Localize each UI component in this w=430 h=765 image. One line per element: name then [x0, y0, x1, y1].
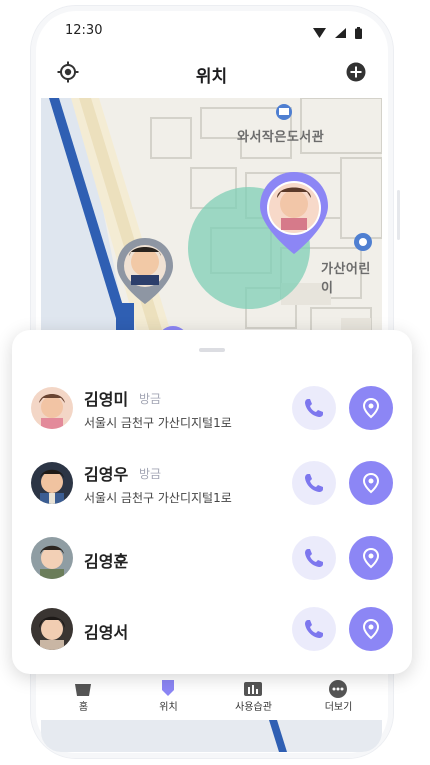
locate-member-button[interactable]: [349, 461, 393, 505]
member-sheet[interactable]: 김영미 방금 서울시 금천구 가산디지털1로 김영우 방금 서울시 금천구 가산…: [12, 330, 412, 674]
more-icon: [329, 680, 347, 698]
app-header: 위치: [41, 48, 382, 98]
status-icons: [309, 22, 362, 39]
avatar: [31, 462, 73, 504]
member-row[interactable]: 김영미 방금 서울시 금천구 가산디지털1로: [12, 378, 412, 438]
member-row[interactable]: 김영훈: [12, 528, 412, 588]
map-label-library: 와서작은도서관: [237, 130, 325, 145]
member-name: 김영미: [84, 390, 129, 409]
battery-icon: [355, 26, 362, 39]
wifi-icon: [312, 27, 326, 38]
map-pin-icon: [362, 618, 380, 640]
member-name: 김영우: [84, 465, 129, 484]
call-button[interactable]: [292, 386, 336, 430]
phone-icon: [305, 620, 323, 638]
nav-label-more: 더보기: [324, 702, 353, 713]
status-bar: 12:30: [41, 14, 382, 48]
member-updated-time: 방금: [139, 392, 162, 406]
page-title: 위치: [195, 67, 228, 87]
nav-label-location: 위치: [159, 702, 178, 713]
member-name: 김영훈: [84, 552, 129, 571]
add-circle-icon[interactable]: [344, 60, 368, 84]
phone-icon: [305, 399, 323, 417]
map-label-kindergarten: 가산어린이: [321, 262, 371, 296]
map-pin-inactive[interactable]: [117, 238, 173, 304]
member-address: 서울시 금천구 가산디지털1로: [84, 491, 232, 505]
locate-member-button[interactable]: [349, 536, 393, 580]
map-pin-icon: [362, 397, 380, 419]
nav-label-home: 홈: [78, 702, 89, 713]
locate-member-button[interactable]: [349, 386, 393, 430]
call-button[interactable]: [292, 607, 336, 651]
avatar: [31, 537, 73, 579]
phone-icon: [305, 549, 323, 567]
map-bottom-strip: [41, 720, 382, 752]
signal-icon: [334, 27, 346, 38]
nav-label-usage: 사용습관: [235, 702, 272, 713]
phone-side-button: [397, 190, 400, 240]
member-row[interactable]: 김영서: [12, 599, 412, 659]
home-icon: [75, 684, 91, 696]
call-button[interactable]: [292, 461, 336, 505]
status-time: 12:30: [65, 23, 103, 38]
map-pin-icon: [362, 547, 380, 569]
avatar: [31, 387, 73, 429]
member-name: 김영서: [84, 623, 129, 642]
call-button[interactable]: [292, 536, 336, 580]
member-address: 서울시 금천구 가산디지털1로: [84, 416, 232, 430]
member-row[interactable]: 김영우 방금 서울시 금천구 가산디지털1로: [12, 453, 412, 513]
chart-icon: [244, 682, 262, 696]
avatar: [31, 608, 73, 650]
phone-icon: [305, 474, 323, 492]
locate-member-button[interactable]: [349, 607, 393, 651]
library-poi-icon: [276, 104, 292, 120]
kindergarten-poi-icon: [354, 233, 372, 251]
member-updated-time: 방금: [139, 467, 162, 481]
location-icon: [162, 680, 174, 696]
sheet-grabber[interactable]: [199, 348, 225, 352]
map-pin-icon: [362, 472, 380, 494]
